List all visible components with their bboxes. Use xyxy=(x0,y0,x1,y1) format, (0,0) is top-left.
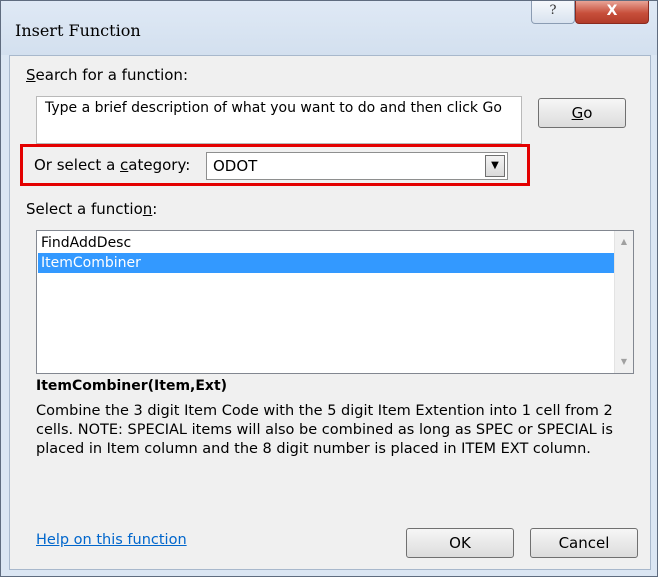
function-signature: ItemCombiner(Item,Ext) xyxy=(36,378,228,394)
ok-button[interactable]: OK xyxy=(406,528,514,558)
scroll-up-icon[interactable]: ▲ xyxy=(615,233,633,251)
help-on-function-link[interactable]: Help on this function xyxy=(36,532,187,548)
close-button[interactable]: X xyxy=(575,1,649,24)
cancel-button[interactable]: Cancel xyxy=(530,528,638,558)
question-mark-icon: ? xyxy=(549,3,557,18)
category-label: Or select a category: xyxy=(34,156,191,174)
list-item-findadddesc[interactable]: FindAddDesc xyxy=(38,233,615,253)
vertical-scrollbar[interactable]: ▲ ▼ xyxy=(614,231,633,373)
title-bar[interactable]: Insert Function ? X xyxy=(1,1,657,55)
function-listbox[interactable]: FindAddDesc ItemCombiner ▲ ▼ xyxy=(36,230,634,374)
close-icon: X xyxy=(606,3,618,19)
function-description: Combine the 3 digit Item Code with the 5… xyxy=(36,403,613,457)
scroll-down-icon[interactable]: ▼ xyxy=(615,353,633,371)
insert-function-dialog: Insert Function ? X Search for a functio… xyxy=(0,0,658,577)
category-select[interactable]: ODOT ▼ xyxy=(206,152,508,180)
help-button[interactable]: ? xyxy=(531,1,575,24)
list-item-itemcombiner[interactable]: ItemCombiner xyxy=(38,253,615,273)
search-input[interactable]: Type a brief description of what you wan… xyxy=(36,96,522,144)
search-label: Search for a function: xyxy=(26,66,188,84)
go-button[interactable]: Go xyxy=(538,98,626,128)
category-value: ODOT xyxy=(213,157,258,175)
function-list-label: Select a function: xyxy=(26,200,158,218)
dialog-body: Search for a function: Type a brief desc… xyxy=(9,55,651,570)
dialog-title: Insert Function xyxy=(15,21,141,40)
dropdown-arrow-icon[interactable]: ▼ xyxy=(485,155,505,177)
